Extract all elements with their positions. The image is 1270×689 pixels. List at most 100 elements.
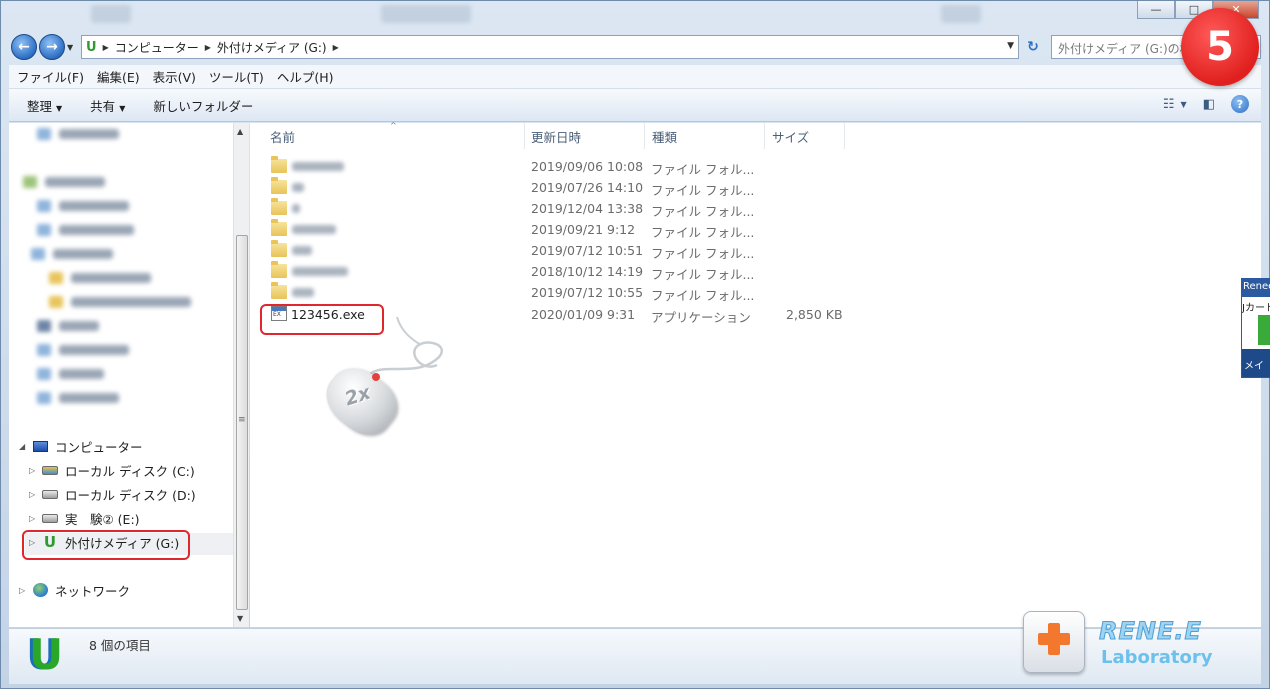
tree-item-label: コンピューター (55, 439, 143, 455)
blurred-nav-item[interactable] (37, 223, 134, 237)
file-type: アプリケーション (651, 310, 751, 325)
tree-item-label: ローカル ディスク (C:) (65, 463, 195, 479)
organize-label: 整理 (27, 98, 53, 114)
help-icon[interactable]: ? (1231, 95, 1249, 113)
back-button[interactable]: ← (11, 34, 37, 60)
menu-file[interactable]: ファイル(F) (17, 67, 84, 86)
popup-text: Jカード (1242, 303, 1270, 314)
tree-item-drive-c[interactable]: ▷ ローカル ディスク (C:) (29, 459, 195, 481)
share-button[interactable]: 共有 ▼ (90, 96, 125, 115)
popup-header: Renee (1242, 279, 1270, 297)
file-date: 2019/07/26 14:10 (531, 180, 644, 195)
folder-icon (271, 156, 287, 173)
file-type: ファイル フォル... (651, 162, 755, 177)
table-row[interactable]: 2019/09/06 10:08 ファイル フォル... (250, 156, 850, 177)
preview-pane-icon[interactable]: ◧ (1203, 97, 1215, 112)
tree-item-label: ネットワーク (55, 583, 131, 599)
computer-icon (31, 439, 49, 453)
collapsed-triangle-icon[interactable]: ▷ (29, 466, 41, 475)
refresh-icon: ↻ (1027, 39, 1039, 55)
usb-drive-icon: U (86, 39, 97, 55)
step-number-badge: 5 (1181, 8, 1259, 86)
blurred-nav-item[interactable] (37, 127, 119, 141)
folder-icon (271, 198, 287, 215)
refresh-button[interactable]: ↻ (1021, 35, 1045, 59)
blurred-nav-item[interactable] (31, 247, 113, 261)
view-mode-icon[interactable]: ☷ (1163, 97, 1175, 112)
nav-scrollbar[interactable]: ▲ ≡ ▼ (233, 123, 249, 627)
blurred-nav-item[interactable] (23, 175, 105, 189)
minimize-button[interactable]: — (1137, 1, 1175, 19)
file-type: ファイル フォル... (651, 267, 755, 282)
breadcrumb-external-media[interactable]: 外付けメディア (G:) (217, 39, 327, 56)
breadcrumb-separator-icon[interactable]: ▶ (205, 43, 211, 52)
organize-button[interactable]: 整理 ▼ (27, 96, 62, 115)
collapsed-triangle-icon[interactable]: ▷ (29, 490, 41, 499)
table-row[interactable]: 2019/07/12 10:55 ファイル フォル... (250, 282, 850, 303)
explorer-window: — □ ✕ ← → ▼ U ▶ コンピューター ▶ 外付けメディア (G:) ▶… (0, 0, 1270, 689)
blurred-nav-item[interactable] (37, 199, 129, 213)
file-date: 2019/09/06 10:08 (531, 159, 644, 174)
view-mode-dropdown-icon[interactable]: ▼ (1181, 100, 1187, 109)
blurred-nav-item[interactable] (37, 343, 129, 357)
file-date: 2019/12/04 13:38 (531, 201, 644, 216)
popup-bottom-button[interactable]: メイ (1242, 349, 1270, 377)
blurred-nav-item[interactable] (37, 367, 104, 381)
hard-drive-icon (41, 487, 59, 501)
logo-brand: RENE.E (1099, 617, 1202, 646)
blurred-nav-item[interactable] (37, 319, 99, 333)
tree-item-network[interactable]: ▷ ネットワーク (19, 579, 130, 601)
blurred-file-name (292, 204, 300, 213)
side-popup[interactable]: Renee Jカード メイ (1241, 278, 1270, 378)
menu-view[interactable]: 表示(V) (153, 67, 196, 86)
chevron-down-icon: ▼ (119, 103, 126, 113)
blurred-title-element (91, 5, 131, 23)
tree-item-computer[interactable]: ◢ コンピューター (19, 435, 143, 457)
popup-green-button[interactable] (1258, 315, 1270, 345)
column-header-type[interactable]: 種類 (644, 123, 765, 149)
rene-logo: RENE.E Laboratory (1023, 611, 1263, 681)
column-header-name[interactable]: 名前 (262, 123, 525, 149)
breadcrumb-separator-icon[interactable]: ▶ (333, 43, 339, 52)
column-header-size[interactable]: サイズ (764, 123, 845, 149)
file-type: ファイル フォル... (651, 225, 755, 240)
new-folder-button[interactable]: 新しいフォルダー (153, 96, 253, 115)
menu-edit[interactable]: 編集(E) (97, 67, 140, 86)
table-row[interactable]: 2019/12/04 13:38 ファイル フォル... (250, 198, 850, 219)
address-bar[interactable]: U ▶ コンピューター ▶ 外付けメディア (G:) ▶ ▼ (81, 35, 1019, 59)
blurred-nav-item[interactable] (37, 391, 119, 405)
tree-item-drive-d[interactable]: ▷ ローカル ディスク (D:) (29, 483, 196, 505)
file-date: 2019/09/21 9:12 (531, 222, 636, 237)
blurred-file-name (292, 267, 348, 276)
breadcrumb-separator-icon[interactable]: ▶ (103, 43, 109, 52)
usb-drive-large-icon: U (29, 630, 64, 679)
chevron-down-icon: ▼ (56, 103, 63, 113)
highlight-box (22, 530, 190, 560)
collapsed-triangle-icon[interactable]: ▷ (29, 514, 41, 523)
table-row[interactable]: 2019/09/21 9:12 ファイル フォル... (250, 219, 850, 240)
menu-help[interactable]: ヘルプ(H) (277, 67, 334, 86)
file-type: ファイル フォル... (651, 246, 755, 261)
tree-item-drive-e[interactable]: ▷ 実 験② (E:) (29, 507, 140, 529)
scroll-up-icon[interactable]: ▲ (237, 127, 243, 136)
table-row[interactable]: 2019/07/12 10:51 ファイル フォル... (250, 240, 850, 261)
collapsed-triangle-icon[interactable]: ▷ (19, 586, 31, 595)
table-row[interactable]: 2019/07/26 14:10 ファイル フォル... (250, 177, 850, 198)
table-row[interactable]: 2018/10/12 14:19 ファイル フォル... (250, 261, 850, 282)
address-dropdown-icon[interactable]: ▼ (1007, 41, 1014, 51)
blurred-file-name (292, 162, 344, 171)
column-header-modified[interactable]: 更新日時 (523, 123, 645, 149)
file-date: 2019/07/12 10:55 (531, 285, 644, 300)
hard-drive-icon (41, 511, 59, 525)
menu-tools[interactable]: ツール(T) (209, 67, 264, 86)
blurred-file-name (292, 288, 314, 297)
forward-button[interactable]: → (39, 34, 65, 60)
blurred-title-element (381, 5, 471, 23)
blurred-nav-item[interactable] (49, 271, 151, 285)
blurred-nav-item[interactable] (49, 295, 191, 309)
scroll-down-icon[interactable]: ▼ (237, 614, 243, 623)
blurred-file-name (292, 183, 304, 192)
recent-pages-dropdown[interactable]: ▼ (67, 43, 73, 52)
breadcrumb-computer[interactable]: コンピューター (115, 39, 199, 56)
expanded-triangle-icon[interactable]: ◢ (19, 442, 31, 451)
